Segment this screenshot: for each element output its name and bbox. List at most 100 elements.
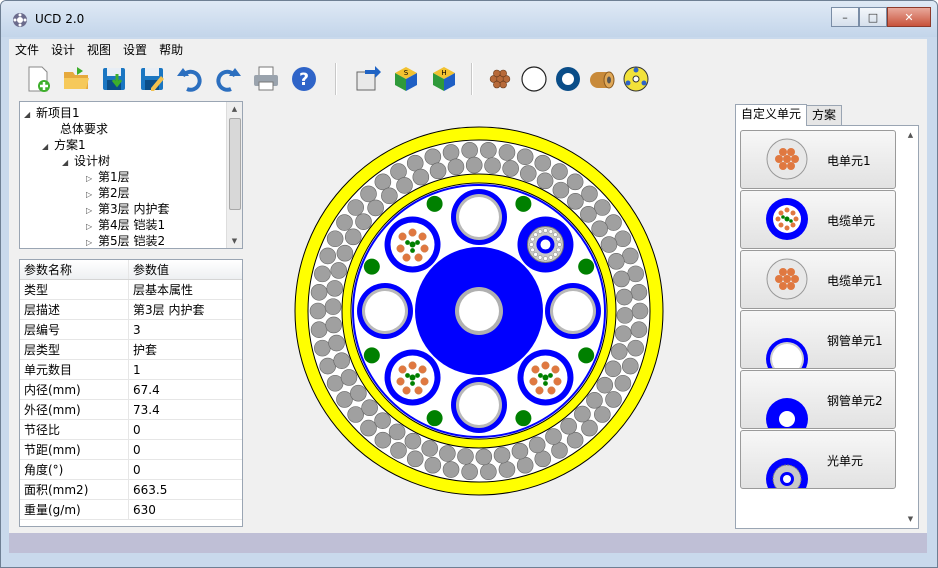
armor-wire[interactable] [374, 412, 391, 429]
armor-wire[interactable] [605, 214, 622, 231]
tree-node-layer-5[interactable]: ▷ 第5层 铠装2 [86, 233, 165, 248]
scroll-down-arrow-icon[interactable]: ▼ [903, 512, 918, 526]
filler[interactable] [515, 410, 532, 427]
armor-wire[interactable] [596, 376, 614, 394]
armor-wire[interactable] [461, 141, 478, 159]
tube-button[interactable] [551, 62, 585, 96]
property-row[interactable]: 类型 层基本属性 [20, 279, 242, 300]
expand-arrow-icon[interactable]: ◢ [24, 107, 36, 123]
armor-wire[interactable] [534, 154, 552, 172]
print-button[interactable] [249, 62, 283, 96]
armor-wire[interactable] [360, 419, 377, 437]
unit-button-cable-1[interactable]: 电缆单元1 [740, 250, 896, 309]
tab-custom-units[interactable]: 自定义单元 [735, 104, 808, 126]
ring-button[interactable] [517, 62, 551, 96]
armor-wire[interactable] [480, 141, 497, 159]
armor-wire[interactable] [581, 185, 598, 203]
armor-wire[interactable] [627, 265, 644, 283]
armor-wire[interactable] [367, 199, 384, 217]
armor-wire[interactable] [319, 357, 337, 375]
armor-wire[interactable] [630, 284, 648, 301]
property-value[interactable]: 1 [128, 359, 242, 380]
armor-wire[interactable] [439, 445, 456, 462]
property-row[interactable]: 层描述 第3层 内护套 [20, 299, 242, 320]
property-value[interactable]: 67.4 [128, 379, 242, 400]
armor-wire[interactable] [552, 181, 570, 199]
armor-wire[interactable] [374, 173, 392, 191]
save-as-button[interactable] [135, 62, 169, 96]
armor-wire[interactable] [545, 428, 562, 445]
armor-wire[interactable] [330, 262, 348, 279]
property-row[interactable]: 层类型 护套 [20, 339, 242, 360]
armor-wire[interactable] [447, 158, 465, 176]
armor-wire[interactable] [442, 461, 460, 478]
armor-wire[interactable] [350, 384, 367, 402]
filler[interactable] [578, 347, 595, 364]
armor-wire[interactable] [484, 157, 501, 174]
armor-wire[interactable] [355, 213, 372, 230]
tree-scrollbar[interactable]: ▲ ▼ [226, 102, 242, 248]
filler[interactable] [363, 347, 380, 364]
unit-button-electric-1[interactable]: 电单元1 [740, 130, 896, 189]
armor-wire[interactable] [613, 270, 630, 288]
armor-wire[interactable] [361, 399, 378, 417]
filler[interactable] [515, 195, 532, 212]
property-value[interactable]: 663.5 [128, 479, 242, 500]
menu-view[interactable]: 视图 [81, 41, 117, 58]
armor-wire[interactable] [614, 374, 632, 392]
property-value[interactable]: 0 [128, 459, 242, 480]
armor-wire[interactable] [319, 247, 337, 265]
cube-s-button[interactable]: S [389, 62, 423, 96]
open-button[interactable] [59, 62, 93, 96]
armor-wire[interactable] [310, 321, 328, 338]
armor-wire[interactable] [631, 302, 649, 320]
filler[interactable] [363, 258, 380, 275]
armor-wire[interactable] [429, 162, 447, 180]
armor-wire[interactable] [326, 280, 344, 297]
armor-wire[interactable] [310, 284, 328, 301]
undo-button[interactable] [173, 62, 207, 96]
armor-wire[interactable] [560, 417, 577, 435]
armor-wire[interactable] [314, 265, 331, 283]
unit-button-optical[interactable]: 光单元 [740, 430, 896, 489]
tree-node-layer-2[interactable]: ▷ 第2层 [86, 185, 130, 201]
title-bar[interactable]: UCD 2.0 – □ ✕ [1, 1, 937, 37]
scroll-up-arrow-icon[interactable]: ▲ [227, 102, 242, 116]
armor-wire[interactable] [616, 307, 634, 324]
expand-arrow-icon[interactable]: ◢ [42, 139, 54, 155]
armor-wire[interactable] [580, 205, 597, 223]
armor-wire[interactable] [607, 253, 625, 270]
tree-node-layer-3[interactable]: ▷ 第3层 内护套 [86, 201, 169, 217]
armor-wire[interactable] [516, 456, 534, 474]
cube-h-button[interactable]: H [427, 62, 461, 96]
unit-button-cable[interactable]: 电缆单元 [740, 190, 896, 249]
tree-node-layer-1[interactable]: ▷ 第1层 [86, 169, 130, 185]
armor-wire[interactable] [528, 436, 546, 454]
armor-wire[interactable] [594, 406, 611, 423]
armor-wire[interactable] [566, 431, 584, 449]
filler[interactable] [578, 258, 595, 275]
armor-wire[interactable] [498, 461, 516, 478]
armor-wire[interactable] [333, 352, 351, 369]
property-value[interactable]: 630 [128, 499, 242, 520]
property-row[interactable]: 节径比 0 [20, 419, 242, 440]
armor-wire[interactable] [325, 316, 342, 334]
armor-wire[interactable] [374, 431, 392, 449]
armor-wire[interactable] [340, 369, 358, 386]
armor-wire[interactable] [551, 163, 568, 180]
armor-wire[interactable] [388, 423, 406, 441]
armor-wire[interactable] [502, 160, 519, 177]
property-value[interactable]: 护套 [128, 339, 242, 360]
property-row[interactable]: 重量(g/m) 630 [20, 499, 242, 520]
cable-cross-section-canvas[interactable] [257, 101, 733, 531]
armor-wire[interactable] [421, 440, 439, 457]
armor-wire[interactable] [314, 339, 331, 357]
armor-wire[interactable] [614, 325, 632, 342]
armor-wire[interactable] [390, 442, 407, 459]
armor-wire[interactable] [566, 173, 584, 191]
armor-wire[interactable] [534, 450, 552, 468]
armor-wire[interactable] [600, 236, 618, 253]
armor-wire[interactable] [336, 214, 353, 231]
menu-settings[interactable]: 设置 [117, 41, 153, 58]
armor-wire[interactable] [605, 391, 622, 408]
